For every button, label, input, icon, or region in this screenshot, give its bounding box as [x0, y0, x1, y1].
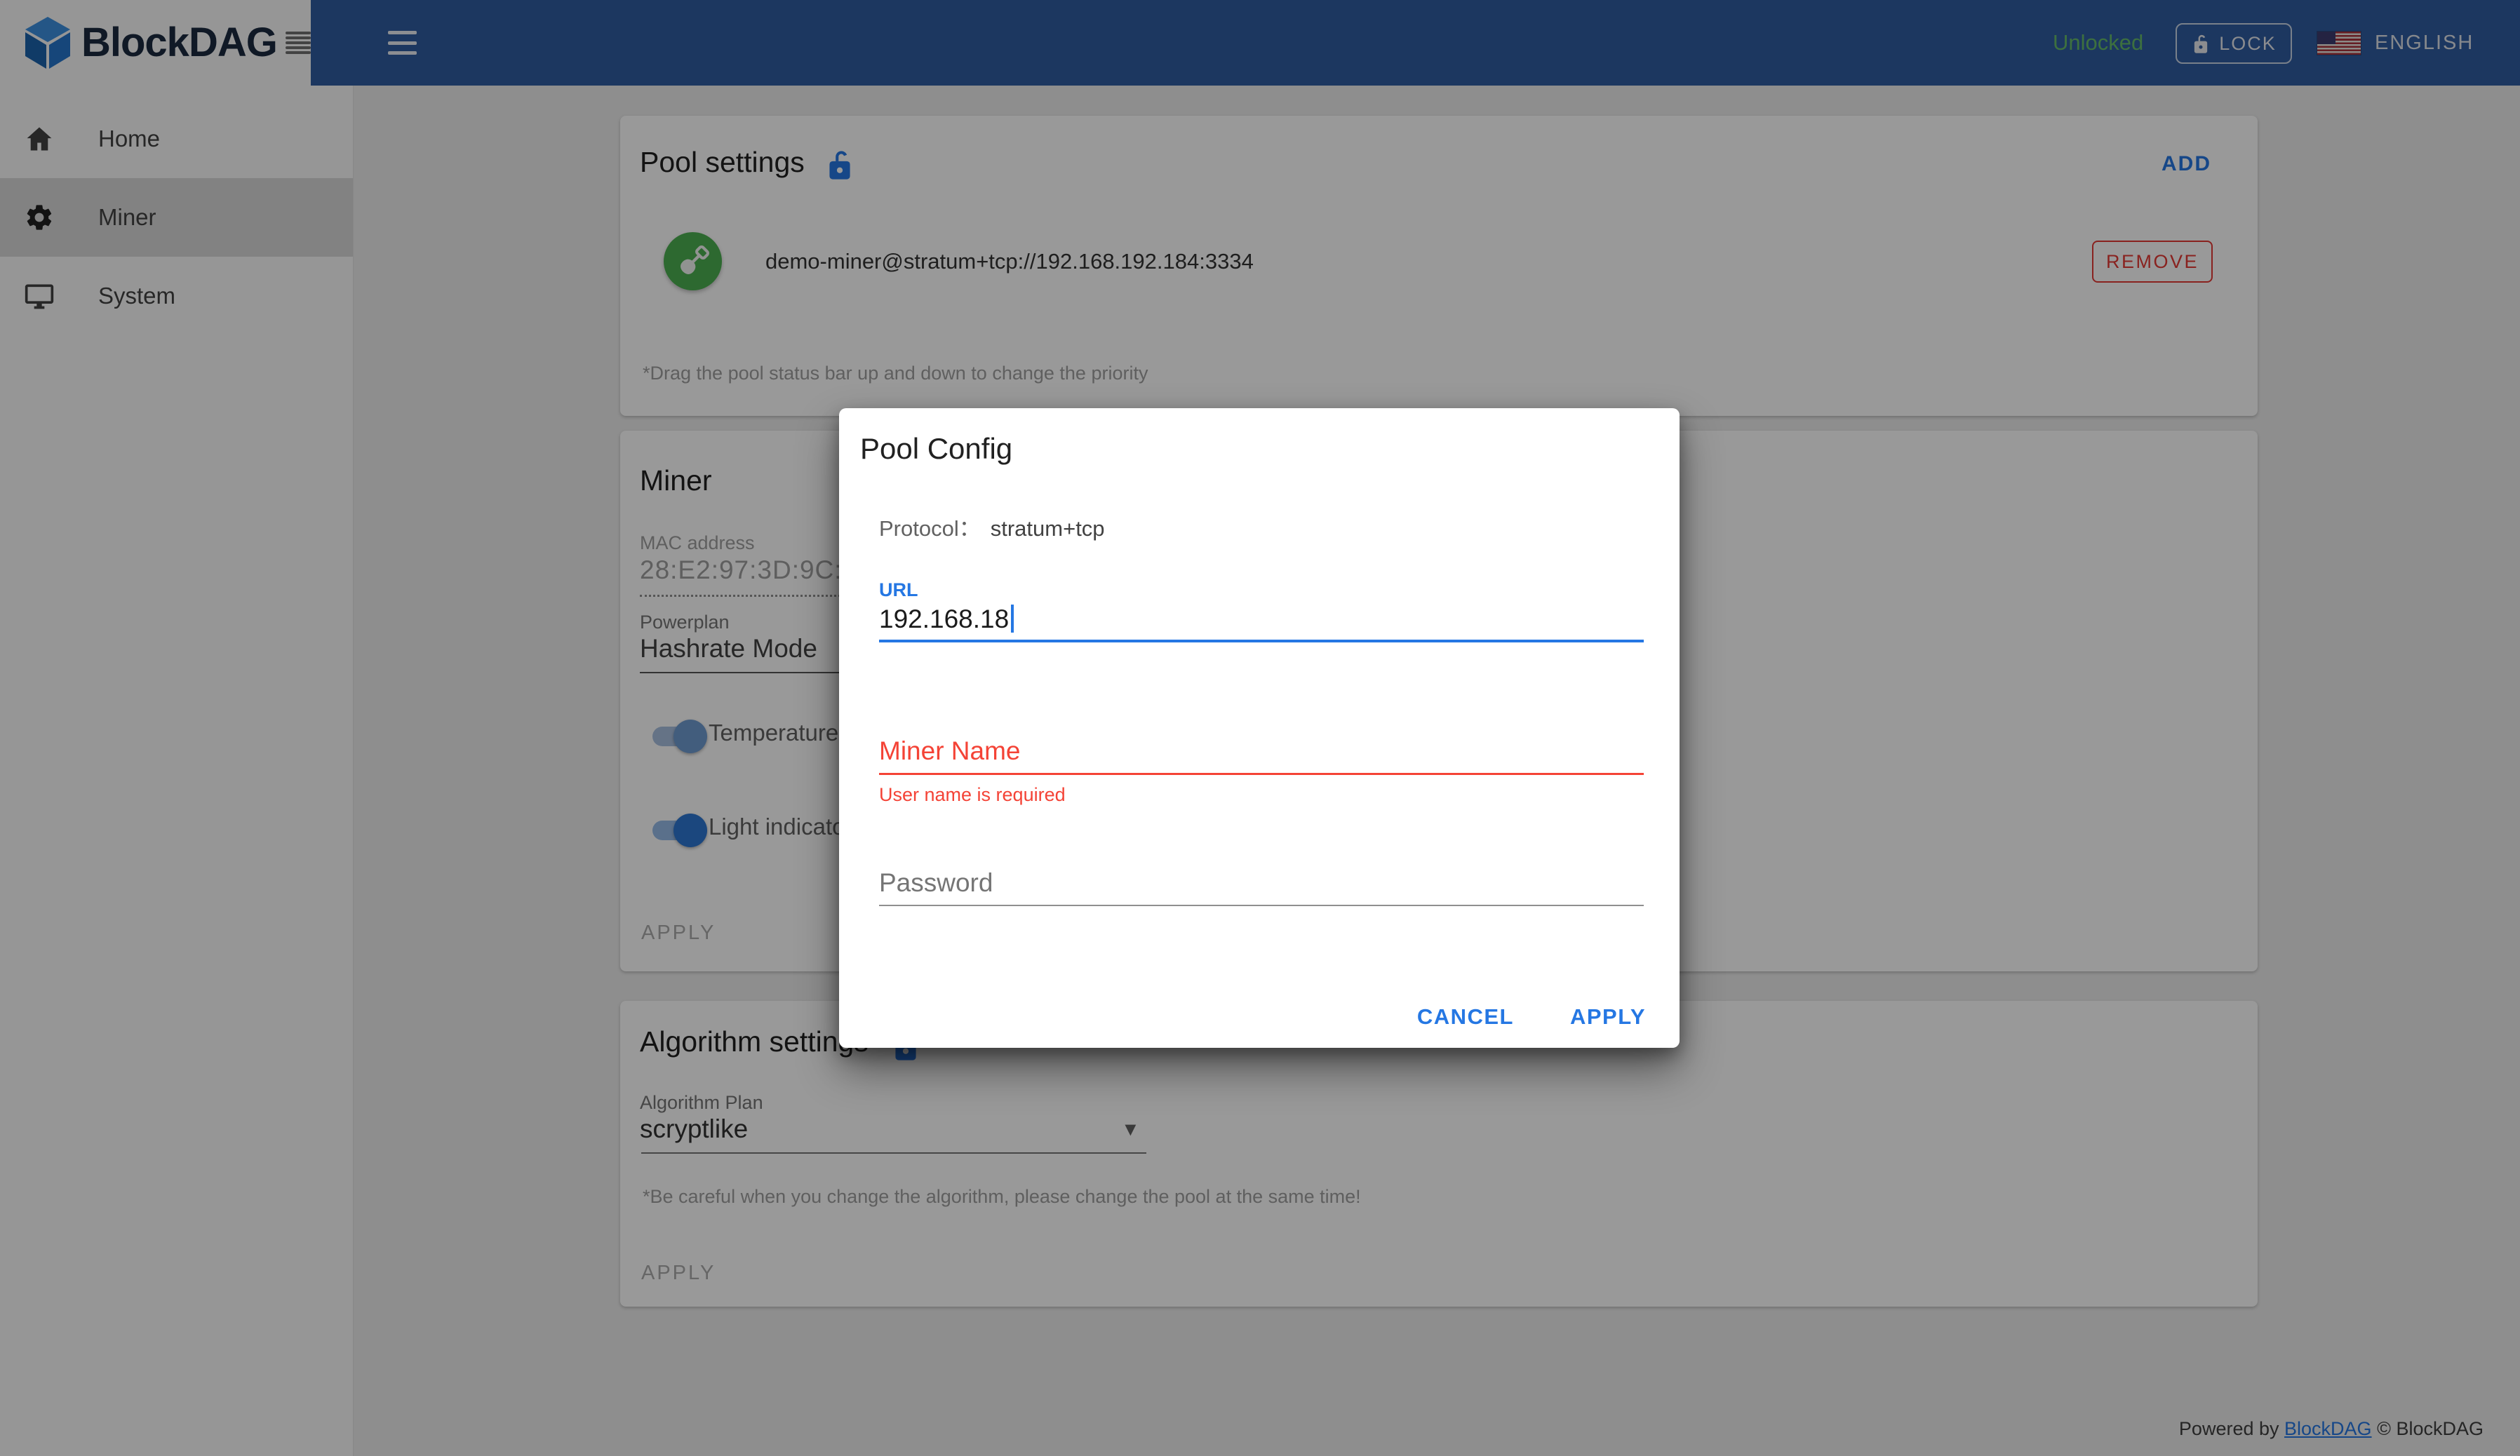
cancel-button[interactable]: CANCEL	[1407, 997, 1524, 1037]
url-field-label: URL	[879, 579, 918, 600]
protocol-label: Protocol：	[879, 516, 981, 541]
dialog-actions: CANCEL APPLY	[1407, 997, 1656, 1037]
url-input[interactable]: 192.168.18	[879, 605, 1014, 634]
password-underline	[879, 905, 1644, 906]
miner-name-underline	[879, 773, 1644, 775]
miner-name-error: User name is required	[879, 784, 1066, 805]
protocol-row: Protocol： stratum+tcp	[879, 511, 1105, 542]
dialog-title: Pool Config	[860, 432, 1013, 465]
password-input[interactable]: Password	[879, 868, 993, 898]
miner-name-input[interactable]: Miner Name	[879, 736, 1021, 766]
url-underline	[879, 640, 1644, 642]
app-root: BlockDAG Unlocked LOCK ENGLISH Home Mine…	[0, 0, 2520, 1456]
pool-config-dialog: Pool Config Protocol： stratum+tcp URL 192…	[839, 408, 1680, 1048]
protocol-value: stratum+tcp	[990, 516, 1105, 541]
apply-button[interactable]: APPLY	[1560, 997, 1656, 1037]
text-cursor	[1011, 605, 1014, 633]
